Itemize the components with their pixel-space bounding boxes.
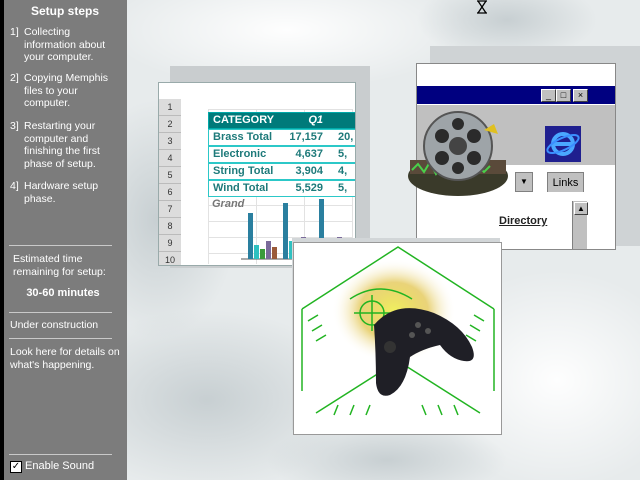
cell-category: Brass Total xyxy=(213,131,273,143)
game-card xyxy=(293,242,502,435)
row-number: 4 xyxy=(159,150,181,167)
hourglass-icon xyxy=(477,0,487,14)
estimate-value: 30-60 minutes xyxy=(26,287,100,299)
enable-sound-label: Enable Sound xyxy=(25,460,95,472)
panel-title: Setup steps xyxy=(30,4,99,18)
step-number: 4] xyxy=(10,180,19,192)
table-row: Electronic 4,637 5, xyxy=(208,146,355,163)
chart-bar xyxy=(248,213,253,259)
row-number: 2 xyxy=(159,116,181,133)
step-number: 1] xyxy=(10,26,19,38)
row-number: 10 xyxy=(159,252,181,265)
setup-panel: Setup steps 1] Collecting information ab… xyxy=(0,0,127,480)
gamepad-icon xyxy=(301,246,495,416)
setup-screen: 1 2 3 4 5 6 7 8 9 10 CATEGORY Q1 Brass T… xyxy=(0,0,640,480)
cell-category: Wind Total xyxy=(213,182,269,194)
chart-bar xyxy=(272,247,277,259)
header-q1: Q1 xyxy=(308,114,323,126)
step-text: Copying Memphis files to your computer. xyxy=(24,72,109,109)
step-text: Hardware setup phase. xyxy=(24,180,99,205)
cell-q1: 4,637 xyxy=(295,148,323,160)
cell-q2: 5, xyxy=(338,182,348,194)
cell-q1: 3,904 xyxy=(295,165,323,177)
film-reel-icon xyxy=(408,111,508,196)
step-number: 3] xyxy=(10,120,19,132)
chart-bar xyxy=(283,203,288,259)
cell-q1: 5,529 xyxy=(295,182,323,194)
step-text: Restarting your computer and finishing t… xyxy=(24,120,100,170)
minimize-button: _ xyxy=(541,89,556,102)
cell-q2: 5, xyxy=(338,148,348,160)
row-number: 3 xyxy=(159,133,181,150)
cell-q2: 4, xyxy=(338,165,348,177)
browser-titlebar: _ □ × xyxy=(417,86,615,104)
header-category: CATEGORY xyxy=(213,114,275,126)
cell-q2: 20, xyxy=(338,131,354,143)
ie-logo-box xyxy=(545,126,581,162)
step-number: 2] xyxy=(10,72,19,84)
hint-text: Look here for details on what's happenin… xyxy=(10,346,120,371)
links-label: Links xyxy=(547,172,584,194)
row-number: 9 xyxy=(159,235,181,252)
close-button: × xyxy=(573,89,588,102)
maximize-button: □ xyxy=(556,89,571,102)
chart-bar xyxy=(266,241,271,259)
cell-category: Electronic xyxy=(213,148,267,160)
divider xyxy=(9,454,112,455)
chart-bar xyxy=(254,245,259,259)
status-text: Under construction xyxy=(10,319,99,331)
table-row: String Total 3,904 4, xyxy=(208,163,355,180)
chart-bar xyxy=(260,249,265,259)
internet-explorer-icon xyxy=(546,132,580,156)
row-number: 1 xyxy=(159,99,181,116)
row-number: 5 xyxy=(159,167,181,184)
row-number: 7 xyxy=(159,201,181,218)
divider xyxy=(9,312,112,313)
scroll-up-icon: ▲ xyxy=(574,202,588,215)
cell-category: String Total xyxy=(213,165,274,177)
directory-link: Directory xyxy=(499,215,548,227)
address-dropdown: ▼ xyxy=(515,172,533,192)
step-text: Collecting information about your comput… xyxy=(24,26,106,63)
row-numbers: 1 2 3 4 5 6 7 8 9 10 xyxy=(159,99,181,265)
cell-q1: 17,157 xyxy=(289,131,323,143)
table-row: Brass Total 17,157 20, xyxy=(208,129,355,146)
panel-edge xyxy=(0,0,4,480)
table-header: CATEGORY Q1 xyxy=(208,112,355,129)
divider xyxy=(9,338,112,339)
divider xyxy=(9,245,112,246)
check-icon[interactable]: ✓ xyxy=(10,461,22,473)
row-number: 8 xyxy=(159,218,181,235)
row-number: 6 xyxy=(159,184,181,201)
estimate-label: Estimated time remaining for setup: xyxy=(13,253,106,278)
scrollbar: ▲ xyxy=(572,201,588,249)
